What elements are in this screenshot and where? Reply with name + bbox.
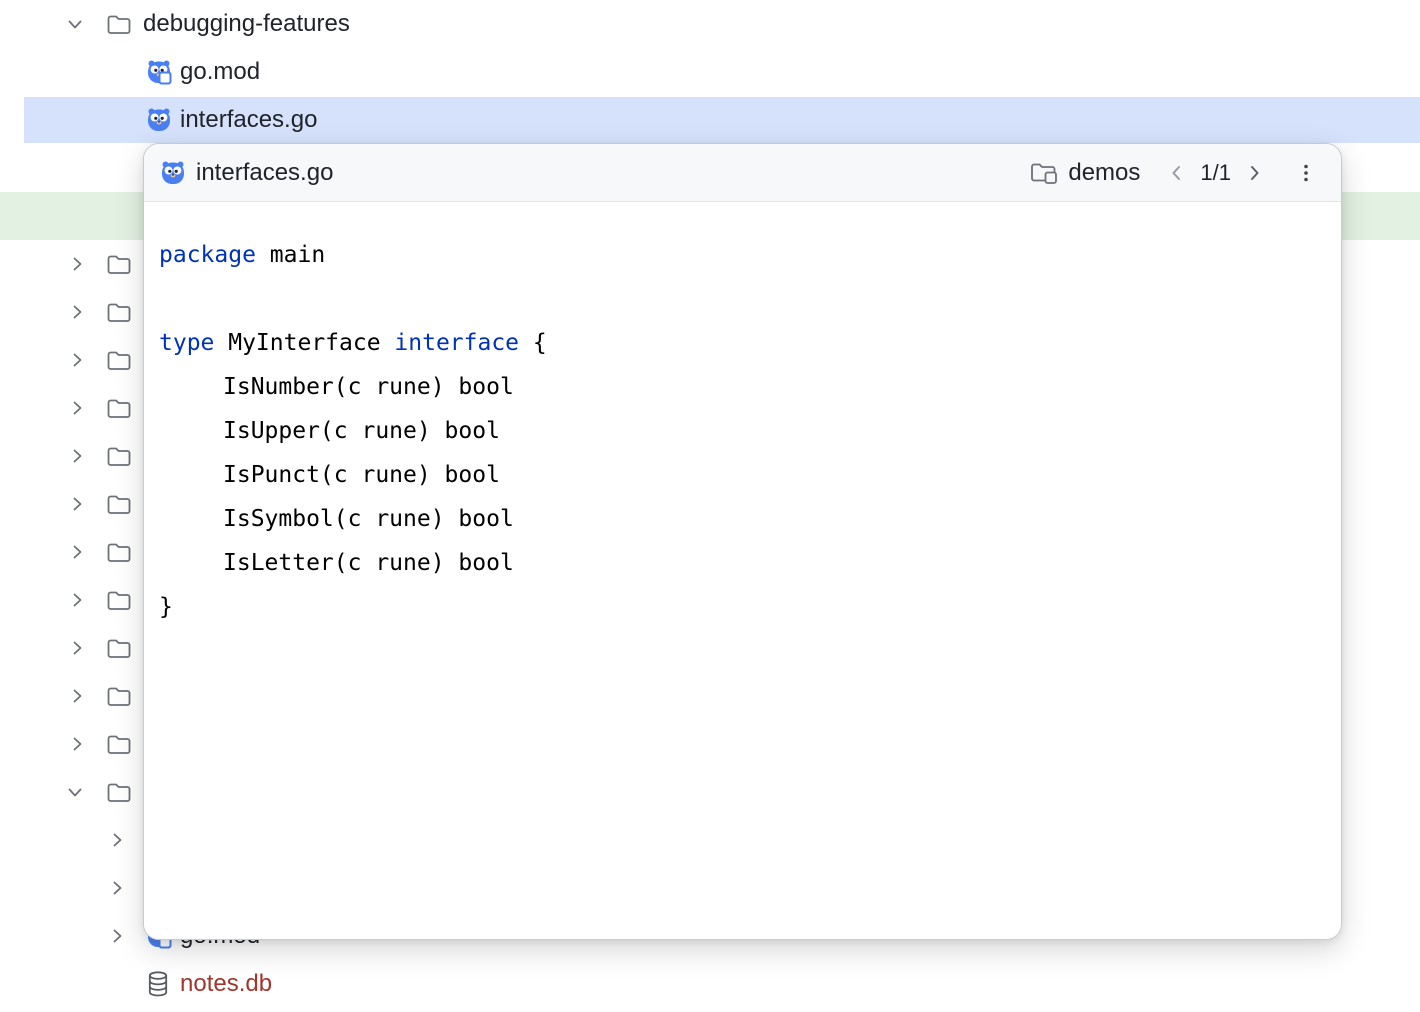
file-preview-popup: interfaces.go demos 1/1 package maintype — [143, 143, 1342, 940]
usage-counter: 1/1 — [1200, 160, 1231, 186]
chevron-right-icon[interactable] — [66, 733, 88, 755]
folder-icon — [106, 444, 132, 468]
folder-name-label: debugging-features — [143, 10, 350, 38]
go-file-icon — [160, 160, 186, 186]
chevron-right-icon[interactable] — [66, 397, 88, 419]
chevron-right-icon[interactable] — [66, 445, 88, 467]
chevron-right-icon[interactable] — [66, 685, 88, 707]
file-name-label: go.mod — [180, 58, 260, 86]
folder-icon — [106, 396, 132, 420]
folder-icon — [106, 12, 132, 36]
next-button[interactable] — [1239, 158, 1269, 188]
folder-icon — [106, 780, 132, 804]
folder-icon — [106, 540, 132, 564]
chevron-right-icon[interactable] — [66, 589, 88, 611]
usage-navigation: 1/1 — [1162, 158, 1269, 188]
code-line: type MyInterface interface { — [159, 321, 1321, 365]
chevron-right-icon[interactable] — [106, 829, 128, 851]
popup-location[interactable]: demos — [1029, 159, 1140, 187]
chevron-right-icon[interactable] — [106, 877, 128, 899]
go-file-icon — [146, 107, 172, 133]
code-line: IsNumber(c rune) bool — [159, 365, 1321, 409]
code-line: } — [159, 585, 1321, 629]
popup-header: interfaces.go demos 1/1 — [144, 144, 1341, 202]
code-line: package main — [159, 233, 1321, 277]
popup-title: interfaces.go — [196, 159, 333, 187]
file-name-label: notes.db — [180, 970, 272, 998]
previous-button[interactable] — [1162, 158, 1192, 188]
code-preview[interactable]: package main type MyInterface interface {… — [144, 202, 1341, 939]
code-line: IsPunct(c rune) bool — [159, 453, 1321, 497]
database-icon — [146, 970, 170, 998]
chevron-right-icon[interactable] — [66, 301, 88, 323]
code-line: IsSymbol(c rune) bool — [159, 497, 1321, 541]
chevron-right-icon[interactable] — [66, 349, 88, 371]
tree-row-notes-db[interactable]: notes.db — [0, 960, 1420, 1008]
tree-row-debugging-features[interactable]: debugging-features — [0, 0, 1420, 48]
chevron-right-icon[interactable] — [66, 541, 88, 563]
folder-icon — [106, 732, 132, 756]
tree-row-go-mod[interactable]: go.mod — [0, 48, 1420, 96]
tree-row-interfaces-go[interactable]: interfaces.go — [0, 96, 1420, 144]
code-line: IsUpper(c rune) bool — [159, 409, 1321, 453]
chevron-right-icon[interactable] — [66, 493, 88, 515]
chevron-down-icon[interactable] — [64, 781, 86, 803]
chevron-down-icon[interactable] — [64, 13, 86, 35]
folder-icon — [106, 492, 132, 516]
more-options-button[interactable] — [1291, 158, 1321, 188]
folder-icon — [106, 348, 132, 372]
folder-icon — [106, 300, 132, 324]
folder-icon — [106, 636, 132, 660]
code-line: IsLetter(c rune) bool — [159, 541, 1321, 585]
code-line — [159, 277, 1321, 321]
folder-icon — [106, 252, 132, 276]
folder-badge-icon — [1029, 159, 1059, 186]
location-label: demos — [1068, 159, 1140, 187]
folder-icon — [106, 588, 132, 612]
file-name-label: interfaces.go — [180, 106, 317, 134]
chevron-right-icon[interactable] — [66, 637, 88, 659]
chevron-right-icon[interactable] — [106, 925, 128, 947]
go-mod-file-icon — [146, 59, 172, 85]
folder-icon — [106, 684, 132, 708]
chevron-right-icon[interactable] — [66, 253, 88, 275]
